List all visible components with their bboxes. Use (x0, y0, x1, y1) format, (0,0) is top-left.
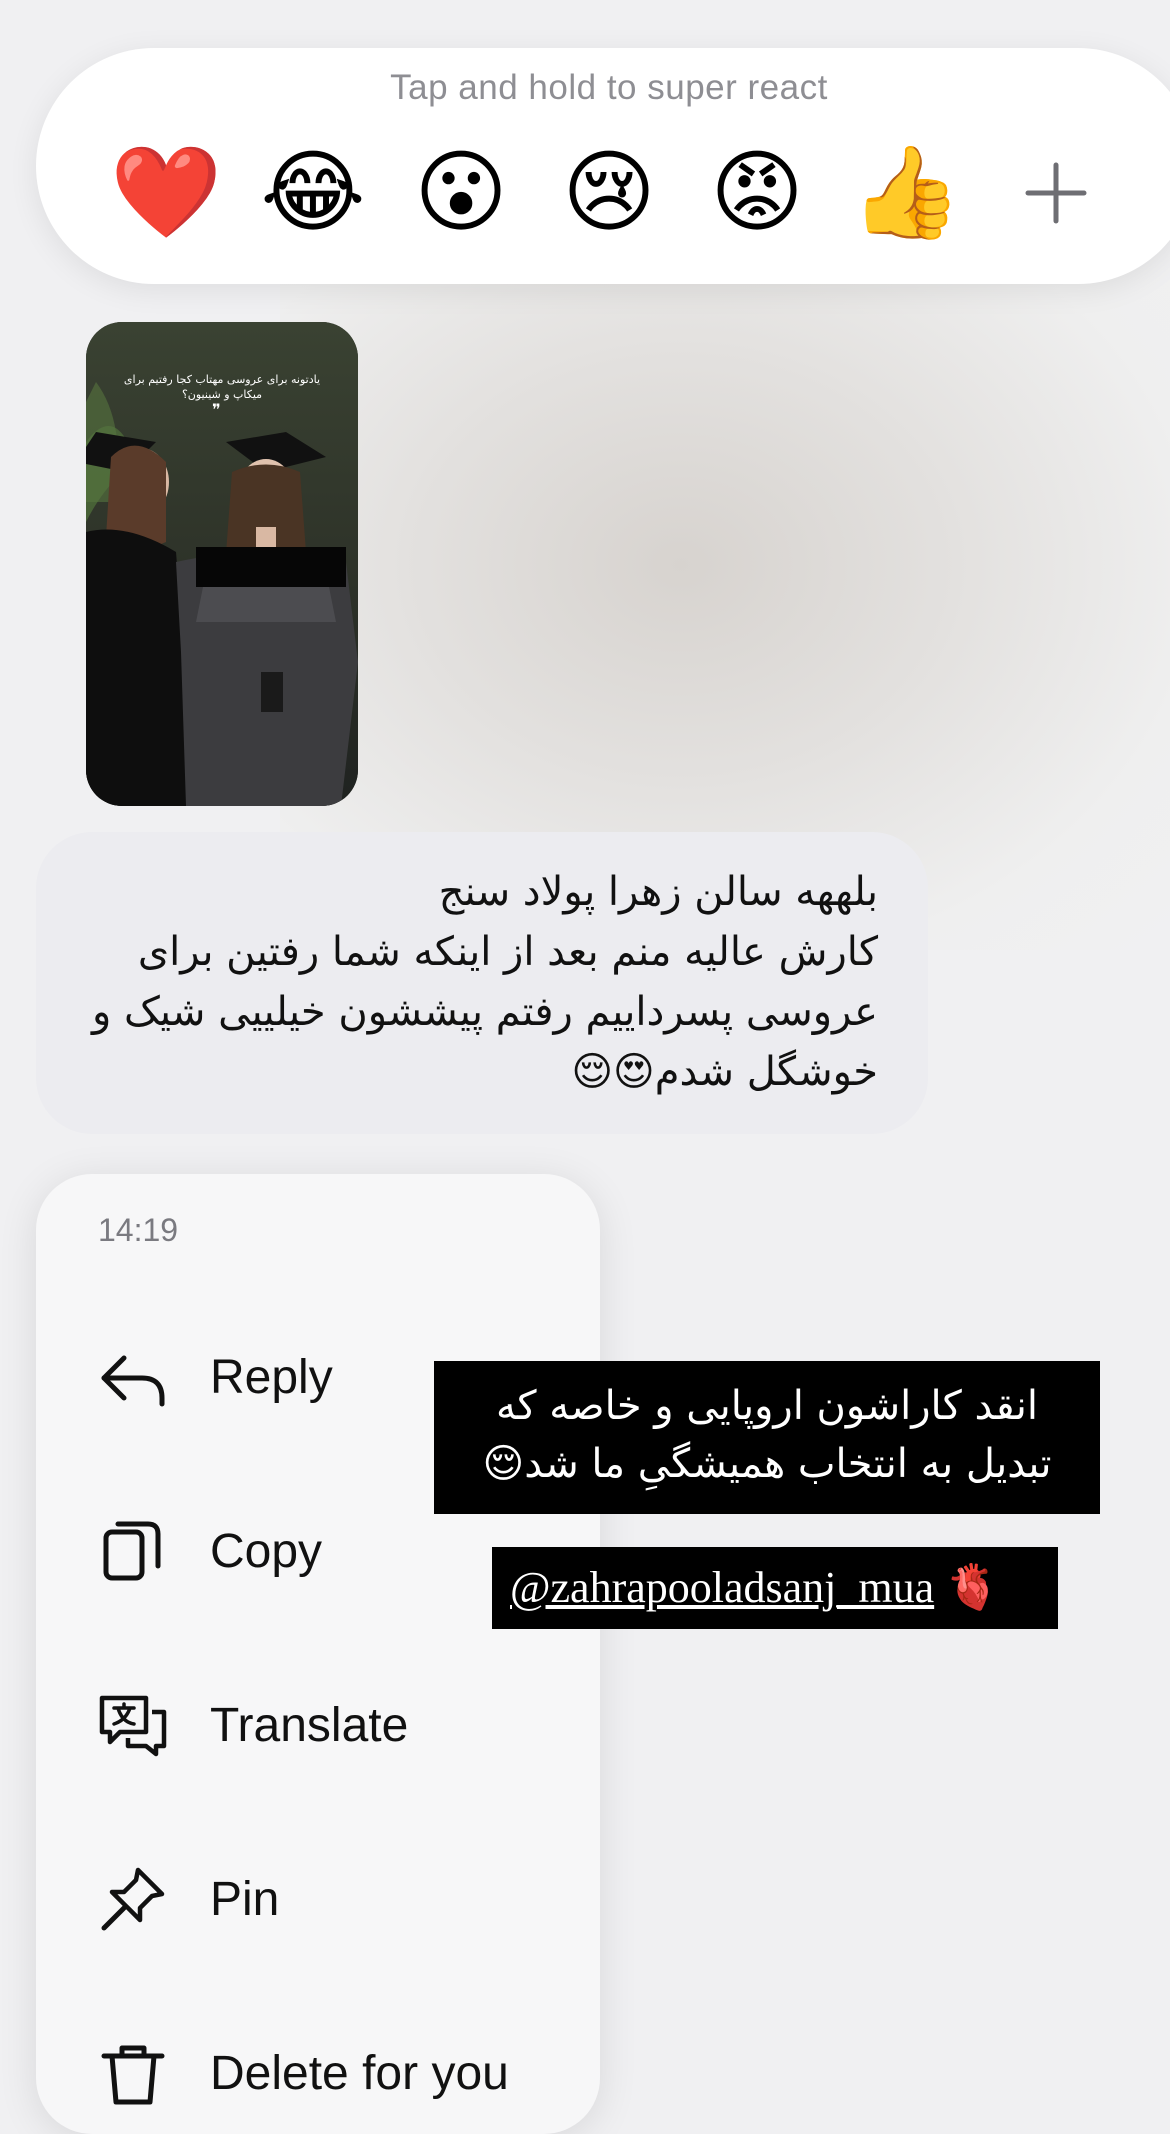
message-timestamp: 14:19 (98, 1212, 179, 1248)
menu-label-reply: Reply (210, 1351, 333, 1404)
menu-label-pin: Pin (210, 1873, 280, 1926)
menu-label-delete-for-you: Delete for you (210, 2047, 509, 2100)
menu-label-translate: Translate (210, 1699, 409, 1752)
message-context-menu: 14:19 Reply Copy Translate Pin Delete fo… (36, 1174, 600, 2134)
story-caption-line-1: انقد کاراشون اروپایی و خاصه که (496, 1383, 1038, 1429)
surprised-reaction-button[interactable]: 😮 (406, 138, 516, 248)
translate-icon (99, 1695, 167, 1757)
anatomical-heart-icon: 🫀 (945, 1562, 1000, 1613)
super-react-hint: Tap and hold to super react (390, 68, 828, 107)
crying-reaction-button[interactable]: 😢 (554, 138, 664, 248)
heart-reaction-button[interactable]: ❤️ (110, 138, 222, 248)
copy-icon (103, 1521, 161, 1581)
story-overlay-text: یادتونه برای عروسی مهتاب کجا رفتیم برای … (123, 373, 321, 401)
menu-item-delete-for-you[interactable]: Delete for you (36, 2010, 600, 2130)
story-caption-line-2: تبدیل به انتخاب همیشگیِ ما شد😌 (482, 1441, 1052, 1487)
story-mention-tag[interactable]: @zahrapooladsanj_mua 🫀 (492, 1547, 1058, 1629)
thumbs-up-reaction-button[interactable]: 👍 (850, 138, 962, 248)
shared-story-thumbnail[interactable]: یادتونه برای عروسی مهتاب کجا رفتیم برای … (86, 322, 358, 806)
angry-reaction-button[interactable]: 😡 (702, 138, 812, 248)
menu-item-pin[interactable]: Pin (36, 1836, 600, 1956)
laughing-reaction-button[interactable]: 😂 (258, 138, 368, 248)
mention-handle-link[interactable]: @zahrapooladsanj_mua (510, 1563, 934, 1612)
reply-icon (101, 1355, 165, 1407)
trash-icon (101, 2045, 165, 2105)
story-caption-text: انقد کاراشون اروپایی و خاصه که تبدیل به … (434, 1361, 1100, 1514)
menu-item-translate[interactable]: Translate (36, 1662, 600, 1782)
quote-mark-icon: ❞ (212, 402, 221, 419)
menu-label-copy: Copy (210, 1525, 323, 1578)
pin-icon (101, 1867, 165, 1931)
reaction-bar: Tap and hold to super react ❤️ 😂 😮 😢 😡 👍 (36, 48, 1170, 284)
plus-icon[interactable] (1016, 153, 1096, 233)
message-text: بلههه سالن زهرا پولاد سنج کارش عالیه منم… (92, 869, 878, 1095)
message-bubble[interactable]: بلههه سالن زهرا پولاد سنج کارش عالیه منم… (36, 832, 928, 1134)
